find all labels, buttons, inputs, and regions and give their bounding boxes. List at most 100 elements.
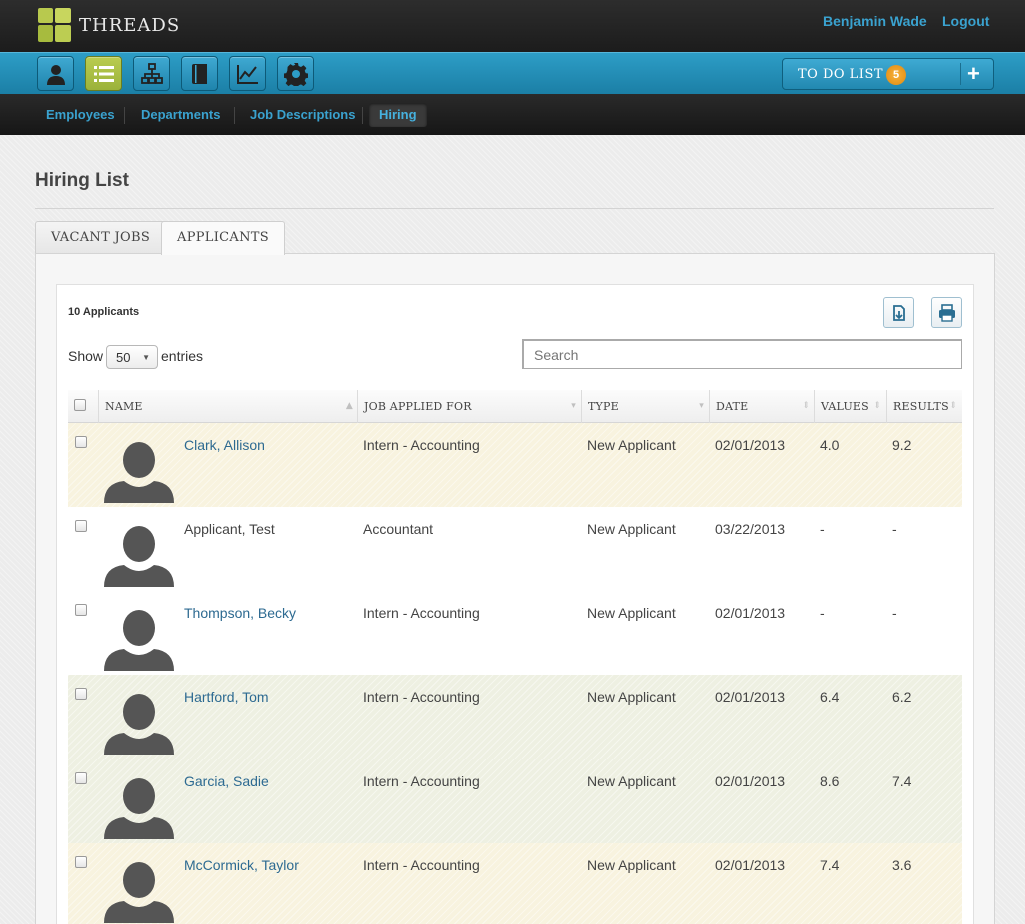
values-score: 7.4 — [820, 857, 840, 873]
table-row[interactable]: Clark, Allison Intern - Accounting New A… — [68, 423, 962, 507]
row-checkbox[interactable] — [75, 772, 87, 784]
todo-list-button[interactable]: TO DO LIST 5 + — [782, 58, 994, 90]
gear-icon — [284, 63, 308, 86]
subnav-hiring[interactable]: Hiring — [369, 103, 427, 127]
subnav-employees[interactable]: Employees — [36, 103, 125, 127]
column-label: RESULTS — [893, 400, 949, 413]
applicant-type: New Applicant — [587, 773, 676, 789]
table-row[interactable]: Applicant, Test Accountant New Applicant… — [68, 507, 962, 591]
table-row[interactable]: Hartford, Tom Intern - Accounting New Ap… — [68, 675, 962, 759]
row-checkbox[interactable] — [75, 436, 87, 448]
print-button[interactable] — [931, 297, 962, 328]
column-label: DATE — [716, 400, 749, 413]
values-score: 8.6 — [820, 773, 840, 789]
people-button[interactable] — [37, 56, 74, 91]
avatar-icon — [104, 526, 174, 587]
sort-icon: ⇕ — [873, 401, 881, 411]
show-label: Show — [68, 348, 104, 364]
subnav-divider — [124, 107, 125, 124]
applicant-name-link[interactable]: Garcia, Sadie — [184, 773, 269, 789]
printer-icon — [939, 304, 955, 322]
chart-icon — [237, 65, 258, 84]
job-applied-for: Intern - Accounting — [363, 857, 480, 873]
applicant-type: New Applicant — [587, 437, 676, 453]
avatar-icon — [104, 610, 174, 671]
applicant-type: New Applicant — [587, 857, 676, 873]
tab-applicants[interactable]: APPLICANTS — [161, 221, 285, 255]
search-input[interactable] — [522, 339, 962, 369]
export-icon — [893, 305, 905, 321]
application-date: 02/01/2013 — [715, 605, 786, 621]
subnav-departments[interactable]: Departments — [131, 103, 230, 127]
person-icon — [47, 65, 65, 85]
entries-label: entries — [161, 348, 204, 364]
sub-navigation: Employees Departments Job Descriptions H… — [0, 94, 1025, 135]
org-chart-icon — [141, 63, 163, 84]
column-label: NAME — [105, 400, 143, 413]
avatar-icon — [104, 778, 174, 839]
applicant-name-link[interactable]: Thompson, Becky — [184, 605, 296, 621]
table-row[interactable]: McCormick, Taylor Intern - Accounting Ne… — [68, 843, 962, 924]
select-all-checkbox[interactable] — [74, 399, 86, 411]
results-score: - — [892, 605, 897, 621]
results-score: 9.2 — [892, 437, 912, 453]
row-checkbox[interactable] — [75, 688, 87, 700]
values-score: - — [820, 605, 825, 621]
reports-button[interactable] — [229, 56, 266, 91]
applicant-type: New Applicant — [587, 521, 676, 537]
todo-count-badge: 5 — [886, 65, 906, 85]
job-applied-for: Intern - Accounting — [363, 689, 480, 705]
applicant-type: New Applicant — [587, 605, 676, 621]
application-date: 02/01/2013 — [715, 773, 786, 789]
list-icon — [94, 66, 114, 82]
table-row[interactable]: Thompson, Becky Intern - Accounting New … — [68, 591, 962, 675]
org-chart-button[interactable] — [133, 56, 170, 91]
avatar-icon — [104, 862, 174, 923]
subnav-job-descriptions[interactable]: Job Descriptions — [240, 103, 365, 127]
column-date[interactable]: DATE ⇕ — [709, 390, 815, 423]
column-label: VALUES — [821, 400, 869, 413]
column-values[interactable]: VALUES ⇕ — [814, 390, 886, 423]
table-header: NAME ▲ JOB APPLIED FOR ▾ TYPE ▾ DATE ⇕ V… — [68, 390, 962, 423]
row-checkbox[interactable] — [75, 520, 87, 532]
chevron-down-icon: ▼ — [142, 353, 150, 362]
column-name[interactable]: NAME ▲ — [98, 390, 358, 423]
page-size-value: 50 — [116, 350, 131, 365]
results-score: 6.2 — [892, 689, 912, 705]
threads-logo[interactable] — [38, 8, 72, 44]
top-bar: THREADS Benjamin Wade Logout — [0, 0, 1025, 52]
page-title: Hiring List — [35, 170, 129, 191]
applicant-name-link[interactable]: Clark, Allison — [184, 437, 265, 453]
documents-button[interactable] — [181, 56, 218, 91]
column-job-applied-for[interactable]: JOB APPLIED FOR ▾ — [357, 390, 581, 423]
page-size-select[interactable]: 50 ▼ — [106, 345, 158, 369]
main-toolbar: TO DO LIST 5 + — [0, 52, 1025, 94]
job-applied-for: Intern - Accounting — [363, 437, 480, 453]
subnav-divider — [234, 107, 235, 124]
applicant-name-link[interactable]: Hartford, Tom — [184, 689, 269, 705]
user-name-link[interactable]: Benjamin Wade — [823, 13, 927, 29]
application-date: 03/22/2013 — [715, 521, 786, 537]
logout-link[interactable]: Logout — [942, 13, 989, 29]
applicant-type: New Applicant — [587, 689, 676, 705]
row-checkbox[interactable] — [75, 856, 87, 868]
lists-button[interactable] — [85, 56, 122, 91]
sort-icon: ⇕ — [802, 401, 810, 411]
book-icon — [192, 64, 207, 84]
applicant-name-link[interactable]: McCormick, Taylor — [184, 857, 299, 873]
add-todo-icon[interactable]: + — [967, 62, 980, 86]
results-score: - — [892, 521, 897, 537]
column-results[interactable]: RESULTS ⇕ — [886, 390, 962, 423]
chevron-down-icon: ▾ — [571, 401, 576, 411]
application-date: 02/01/2013 — [715, 437, 786, 453]
export-button[interactable] — [883, 297, 914, 328]
row-checkbox[interactable] — [75, 604, 87, 616]
column-type[interactable]: TYPE ▾ — [581, 390, 709, 423]
values-score: 4.0 — [820, 437, 840, 453]
tab-vacant-jobs[interactable]: VACANT JOBS — [35, 221, 167, 254]
results-score: 7.4 — [892, 773, 912, 789]
job-applied-for: Intern - Accounting — [363, 773, 480, 789]
settings-button[interactable] — [277, 56, 314, 91]
todo-divider — [960, 63, 961, 85]
table-row[interactable]: Garcia, Sadie Intern - Accounting New Ap… — [68, 759, 962, 843]
